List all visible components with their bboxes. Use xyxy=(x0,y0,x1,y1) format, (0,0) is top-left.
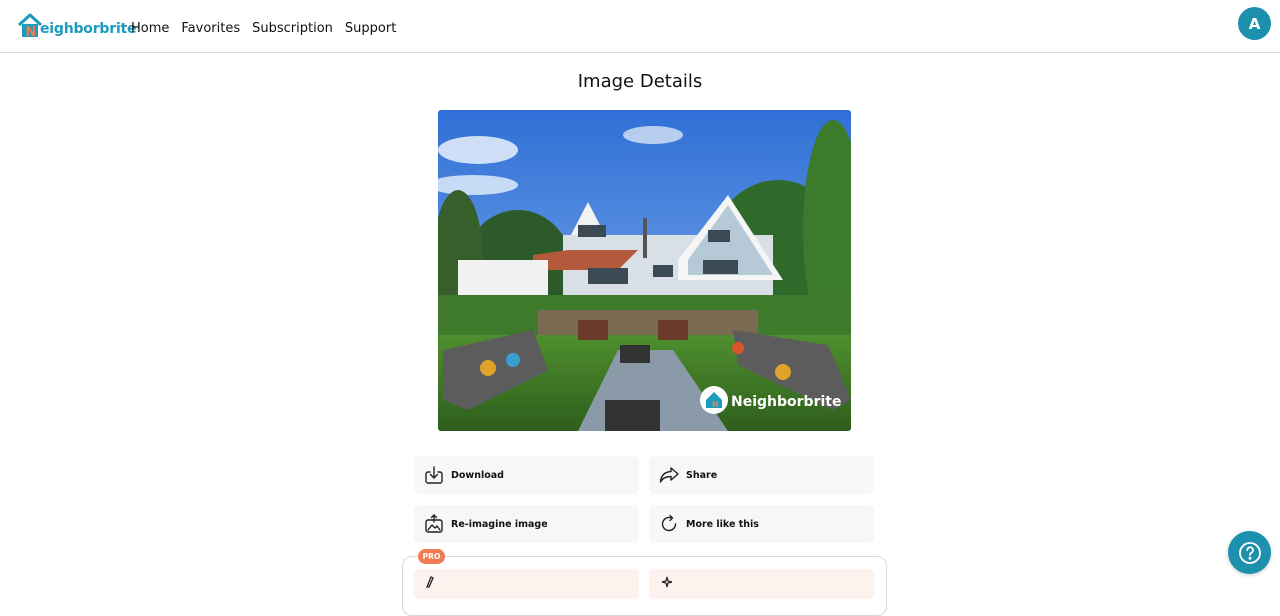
download-button[interactable]: Download xyxy=(414,456,639,494)
reimagine-label: Re-imagine image xyxy=(451,518,548,530)
logo-letter: N xyxy=(26,25,37,39)
nav-home[interactable]: Home xyxy=(131,21,169,36)
generated-image[interactable]: N Neighborbrite xyxy=(438,110,851,431)
pro-badge: PRO xyxy=(418,549,445,564)
reimagine-button[interactable]: Re-imagine image xyxy=(414,505,639,543)
svg-text:N: N xyxy=(712,400,719,409)
logo-text: eighborbrite xyxy=(40,21,137,37)
main-nav: Home Favorites Subscription Support xyxy=(131,21,396,36)
question-icon xyxy=(1238,541,1261,564)
nav-favorites[interactable]: Favorites xyxy=(181,21,240,36)
refresh-icon xyxy=(659,514,679,534)
share-label: Share xyxy=(686,469,718,481)
logo[interactable]: N eighborbrite xyxy=(17,11,137,39)
share-icon xyxy=(659,465,679,485)
nav-support[interactable]: Support xyxy=(345,21,396,36)
image-watermark: Neighborbrite xyxy=(731,394,841,410)
reimagine-icon xyxy=(424,514,444,534)
house-logo-icon: N xyxy=(17,13,43,39)
nav-subscription[interactable]: Subscription xyxy=(252,21,333,36)
page-title: Image Details xyxy=(577,71,703,92)
more-like-this-button[interactable]: More like this xyxy=(649,505,874,543)
download-icon xyxy=(424,465,444,485)
download-label: Download xyxy=(451,469,504,481)
top-bar: N eighborbrite Home Favorites Subscripti… xyxy=(0,0,1280,53)
more-like-this-label: More like this xyxy=(686,518,759,530)
avatar[interactable]: A xyxy=(1238,7,1271,40)
help-button[interactable] xyxy=(1228,531,1271,574)
share-button[interactable]: Share xyxy=(649,456,874,494)
pro-action-left[interactable] xyxy=(414,569,639,599)
pro-action-right[interactable] xyxy=(649,569,874,599)
